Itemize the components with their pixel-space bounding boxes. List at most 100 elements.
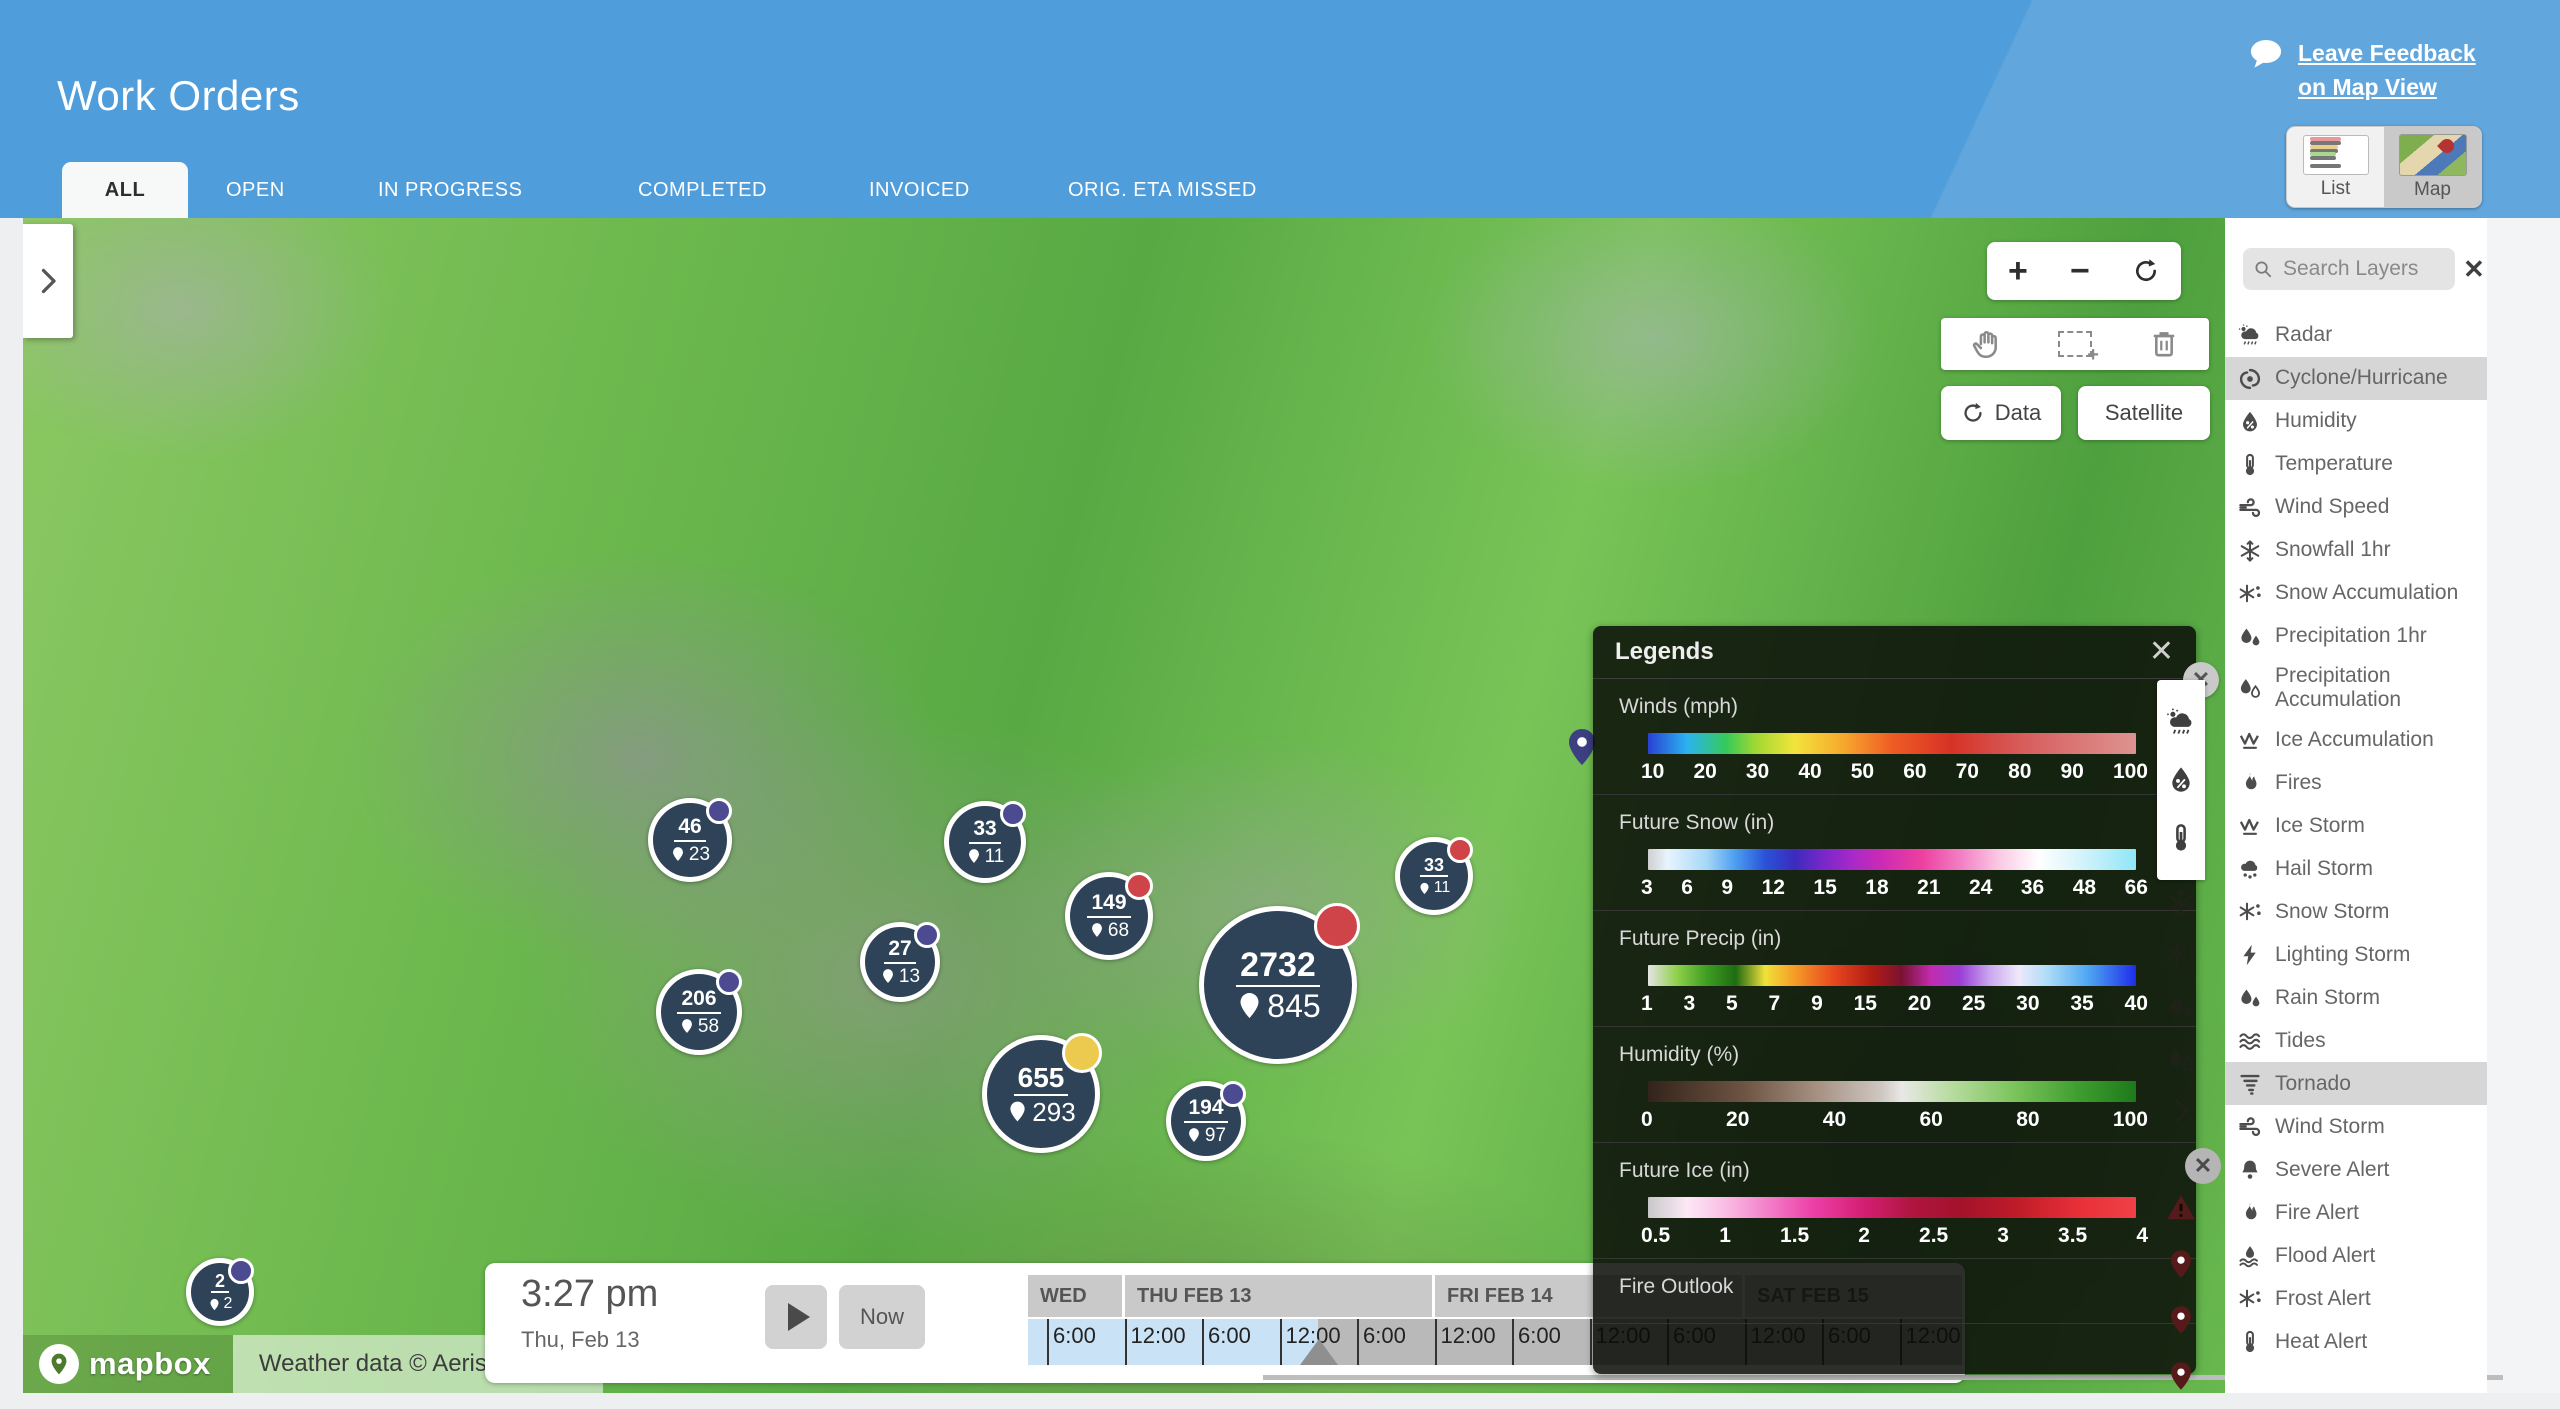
cluster-marker[interactable]: 4623 <box>648 798 732 882</box>
pin-icon[interactable] <box>2165 1304 2197 1336</box>
fire-icon <box>2237 1200 2263 1226</box>
legend-section: Fire Outlook <box>1593 1259 2196 1324</box>
layer-item-ice-storm[interactable]: Ice Storm <box>2225 804 2487 847</box>
layer-item-fire-alert[interactable]: Fire Alert <box>2225 1191 2487 1234</box>
timeline-tick-label: 6:00 <box>1202 1323 1251 1349</box>
layer-item-snowfall-1hr[interactable]: Snowfall 1hr <box>2225 529 2487 572</box>
satellite-button[interactable]: Satellite <box>2078 386 2210 440</box>
layer-item-rain-storm[interactable]: Rain Storm <box>2225 976 2487 1019</box>
reset-view-button[interactable] <box>2132 257 2160 285</box>
snow-acc-icon[interactable] <box>2166 940 2196 970</box>
cluster-marker[interactable]: 3311 <box>1395 837 1473 915</box>
refresh-data-button[interactable]: Data <box>1941 386 2061 440</box>
legends-close-button[interactable]: ✕ <box>2149 637 2174 667</box>
temperature-icon[interactable] <box>2166 823 2196 853</box>
marker-status-badge <box>1000 801 1026 827</box>
precip-acc-icon[interactable] <box>2166 1044 2196 1074</box>
layer-item-wind-storm[interactable]: Wind Storm <box>2225 1105 2487 1148</box>
marker-locations: 97 <box>1186 1126 1226 1145</box>
cluster-marker[interactable]: 3311 <box>944 801 1026 883</box>
marker-count: 194 <box>1184 1097 1227 1122</box>
bell-icon <box>2237 1157 2263 1183</box>
ice-icon <box>2237 727 2263 753</box>
tab-invoiced[interactable]: INVOICED <box>843 162 996 218</box>
layer-item-tides[interactable]: Tides <box>2225 1019 2487 1062</box>
marker-locations: 68 <box>1089 921 1129 940</box>
timeline-day-label: WED <box>1028 1275 1122 1317</box>
marker-status-badge <box>1125 872 1153 900</box>
timeline-day-label: THU FEB 13 <box>1125 1275 1432 1317</box>
layer-item-cyclone-hurricane[interactable]: Cyclone/Hurricane <box>2225 357 2487 400</box>
cluster-marker[interactable]: 2713 <box>860 922 940 1002</box>
tab-in-progress[interactable]: IN PROGRESS <box>352 162 548 218</box>
layer-item-tornado[interactable]: Tornado <box>2225 1062 2487 1105</box>
layer-item-wind-speed[interactable]: Wind Speed <box>2225 486 2487 529</box>
tab-bar: ALLOPEN IN PROGRESS COMPLETED INVOICED ORIG.… <box>0 162 1700 218</box>
layer-item-heat-alert[interactable]: Heat Alert <box>2225 1320 2487 1363</box>
layer-item-label: Tornado <box>2275 1072 2351 1096</box>
sidebar-close-button[interactable]: ✕ <box>2463 254 2485 285</box>
layer-item-hail-storm[interactable]: Hail Storm <box>2225 847 2487 890</box>
layer-item-flood-alert[interactable]: Flood Alert <box>2225 1234 2487 1277</box>
radar-icon[interactable] <box>2166 708 2196 738</box>
layer-item-ice-accumulation[interactable]: Ice Accumulation <box>2225 718 2487 761</box>
layer-item-temperature[interactable]: Temperature <box>2225 443 2487 486</box>
layer-item-label: Temperature <box>2275 452 2393 476</box>
wind-icon <box>2237 1114 2263 1140</box>
marker-locations: 23 <box>670 845 710 864</box>
mapbox-logo[interactable]: mapbox <box>23 1335 233 1393</box>
layer-item-snow-storm[interactable]: Snow Storm <box>2225 890 2487 933</box>
map-view-button[interactable]: Map <box>2384 127 2481 207</box>
marker-status-badge <box>228 1258 254 1284</box>
tab-completed[interactable]: COMPLETED <box>612 162 793 218</box>
temperature-icon <box>2237 452 2263 478</box>
tab-open[interactable]: OPEN <box>200 162 311 218</box>
tab-orig-eta-missed[interactable]: ORIG. ETA MISSED <box>1042 162 1283 218</box>
warning-icon[interactable] <box>2165 1192 2197 1224</box>
pan-tool-button[interactable] <box>1966 324 2006 364</box>
chevron-right-icon[interactable] <box>2166 1096 2196 1126</box>
cluster-marker[interactable]: 14968 <box>1065 872 1153 960</box>
layer-item-radar[interactable]: Radar <box>2225 314 2487 357</box>
timeline-current-marker[interactable] <box>1300 1339 1338 1365</box>
layer-item-label: Wind Speed <box>2275 495 2389 519</box>
select-area-button[interactable] <box>2055 324 2095 364</box>
layer-item-label: Cyclone/Hurricane <box>2275 366 2448 390</box>
panel-expander-button[interactable] <box>23 224 73 338</box>
side-toolbar-close-button-2[interactable]: ✕ <box>2185 1148 2221 1184</box>
pin-icon[interactable] <box>2165 1248 2197 1280</box>
layer-search-input[interactable] <box>2281 256 2445 282</box>
list-view-button[interactable]: List <box>2287 127 2384 207</box>
cluster-marker[interactable]: 20658 <box>656 969 742 1055</box>
humidity-icon[interactable] <box>2166 765 2196 795</box>
precip-icon <box>2237 985 2263 1011</box>
now-button[interactable]: Now <box>839 1285 925 1349</box>
layer-item-humidity[interactable]: Humidity <box>2225 400 2487 443</box>
layer-item-frost-alert[interactable]: Frost Alert <box>2225 1277 2487 1320</box>
pin-icon[interactable] <box>2165 1360 2197 1392</box>
feedback-link[interactable]: Leave Feedback on Map View <box>2248 36 2476 104</box>
marker-count: 206 <box>677 988 720 1013</box>
snowflake-icon[interactable] <box>2166 888 2196 918</box>
layer-item-precipitation-1hr[interactable]: Precipitation 1hr <box>2225 615 2487 658</box>
precip-icon[interactable] <box>2166 992 2196 1022</box>
layer-item-precipitation-accumulation[interactable]: Precipitation Accumulation <box>2225 658 2487 718</box>
layer-item-severe-alert[interactable]: Severe Alert <box>2225 1148 2487 1191</box>
layer-item-label: Tides <box>2275 1029 2326 1053</box>
legend-section-label: Future Precip (in) <box>1619 927 2196 951</box>
legend-gradient-bar <box>1648 965 2136 986</box>
layer-item-lighting-storm[interactable]: Lighting Storm <box>2225 933 2487 976</box>
delete-button[interactable] <box>2144 324 2184 364</box>
layer-item-snow-accumulation[interactable]: Snow Accumulation <box>2225 572 2487 615</box>
cluster-marker[interactable]: 2732845 <box>1199 906 1357 1064</box>
zoom-out-button[interactable]: − <box>2070 254 2090 288</box>
cluster-marker[interactable]: 655293 <box>982 1035 1100 1153</box>
layer-item-fires[interactable]: Fires <box>2225 761 2487 804</box>
zoom-in-button[interactable]: + <box>2008 254 2028 288</box>
cluster-marker[interactable]: 19497 <box>1166 1081 1246 1161</box>
tab-all[interactable]: ALL <box>62 162 188 218</box>
marker-locations: 11 <box>966 847 1005 866</box>
play-button[interactable] <box>765 1285 827 1349</box>
cluster-marker[interactable]: 22 <box>186 1258 254 1326</box>
radar-icon <box>2237 323 2263 349</box>
